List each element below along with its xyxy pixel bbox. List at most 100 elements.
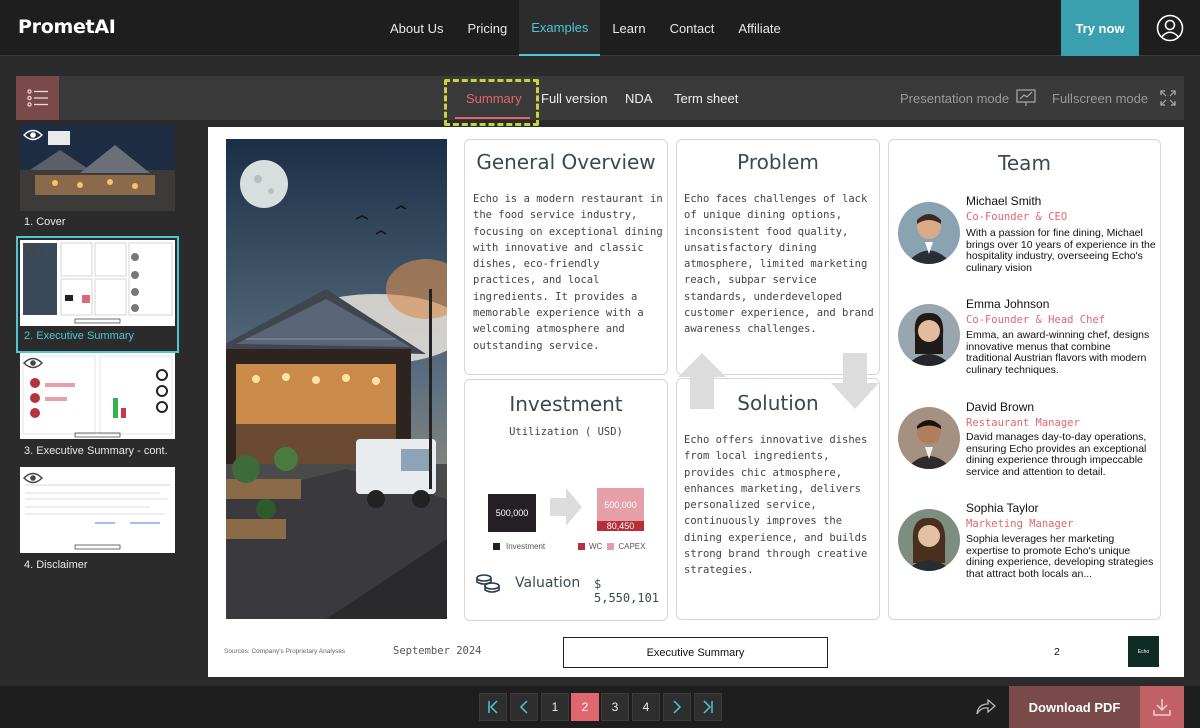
slide-thumbnail-executive-summary-cont[interactable]: [20, 353, 175, 439]
slide-label-executive-summary[interactable]: 2. Executive Summary: [24, 330, 134, 342]
eye-icon[interactable]: [23, 243, 43, 257]
investment-bar: 500,000: [488, 494, 536, 532]
avatar-sophia-taylor: [898, 509, 960, 571]
slides-menu-button[interactable]: [16, 76, 59, 120]
nav-contact[interactable]: Contact: [658, 0, 727, 56]
disclaimer-thumbnail-image: [25, 484, 170, 550]
eye-icon[interactable]: [23, 128, 43, 142]
member-role-michael-smith: Co-Founder & CEO: [966, 211, 1068, 223]
avatar-david-brown: [898, 407, 960, 469]
nav-examples[interactable]: Examples: [519, 0, 601, 56]
document-toolbar: Summary Full version NDA Term sheet Pres…: [16, 76, 1184, 120]
presentation-mode-label: Presentation mode: [900, 90, 1010, 106]
top-navigation: PrometAI About Us Pricing Examples Learn…: [0, 0, 1200, 56]
general-overview-title: General Overview: [476, 150, 656, 174]
try-now-button[interactable]: Try now: [1061, 0, 1139, 56]
share-icon[interactable]: [976, 699, 996, 715]
nav-about-us[interactable]: About Us: [378, 0, 455, 56]
up-arrow-icon: [678, 353, 726, 409]
slide-thumbnail-disclaimer[interactable]: [20, 467, 175, 553]
last-page-button[interactable]: [694, 693, 722, 721]
valuation-label: Valuation: [515, 575, 581, 591]
solution-card: Solution Echo offers innovative dishes f…: [676, 378, 880, 620]
member-role-emma-johnson: Co-Founder & Head Chef: [966, 314, 1106, 326]
executive-summary-cont-thumbnail-image: [22, 355, 173, 438]
avatar-emma-johnson: [898, 304, 960, 366]
wc-bar: 500,000: [597, 488, 644, 521]
page-button-2[interactable]: 2: [571, 693, 599, 721]
cover-thumbnail-image: [20, 125, 175, 211]
footer-sources: Sources: Company's Proprietary Analyses: [224, 648, 346, 655]
slide-label-disclaimer[interactable]: 4. Disclaimer: [24, 559, 88, 571]
presentation-icon: [1016, 89, 1036, 106]
restaurant-illustration: [226, 139, 447, 619]
problem-card: Problem Echo faces challenges of lack of…: [676, 139, 880, 375]
first-page-icon: [488, 700, 498, 714]
last-page-icon: [703, 700, 713, 714]
footer-date: September 2024: [393, 645, 482, 657]
member-bio-sophia-taylor: Sophia leverages her marketing expertise…: [966, 533, 1154, 580]
slide-thumbnail-cover[interactable]: [20, 125, 175, 211]
tab-nda[interactable]: NDA: [625, 76, 652, 120]
chevron-left-icon: [519, 700, 528, 714]
member-role-david-brown: Restaurant Manager: [966, 417, 1080, 429]
coins-icon: [476, 574, 500, 593]
fullscreen-mode-label: Fullscreen mode: [1052, 90, 1149, 106]
eye-icon[interactable]: [23, 471, 43, 485]
first-page-button[interactable]: [479, 693, 507, 721]
investment-subtitle: Utilization ( USD): [509, 426, 623, 438]
nav-pricing[interactable]: Pricing: [455, 0, 519, 56]
legend-capex-swatch: [607, 543, 615, 550]
capex-bar: 80,450: [597, 521, 644, 531]
solution-text: Echo offers innovative dishes from local…: [684, 434, 868, 577]
general-overview-card: General Overview Echo is a modern restau…: [464, 139, 668, 375]
footer-logo: Echo: [1128, 636, 1159, 667]
download-icon: [1153, 699, 1171, 716]
member-bio-michael-smith: With a passion for fine dining, Michael …: [966, 227, 1156, 274]
down-arrow-icon: [831, 353, 879, 409]
eye-icon[interactable]: [23, 356, 43, 370]
user-icon: [1156, 14, 1183, 42]
team-title: Team: [998, 151, 1051, 175]
page-button-4[interactable]: 4: [632, 693, 660, 721]
member-name-david-brown: David Brown: [966, 400, 1035, 414]
legend-investment-swatch: [493, 543, 500, 550]
investment-card: Investment Utilization ( USD) 500,000 50…: [464, 379, 668, 621]
right-arrow-icon: [550, 488, 582, 526]
user-account-button[interactable]: [1139, 0, 1200, 56]
page-button-1[interactable]: 1: [541, 693, 569, 721]
member-name-emma-johnson: Emma Johnson: [966, 297, 1050, 311]
member-bio-david-brown: David manages day-to-day operations, ens…: [966, 431, 1147, 478]
expand-icon: [1160, 90, 1176, 106]
download-pdf-button[interactable]: Download PDF: [1009, 686, 1140, 728]
slide-label-executive-summary-cont[interactable]: 3. Executive Summary - cont.: [24, 445, 168, 457]
chevron-right-icon: [673, 700, 682, 714]
member-name-michael-smith: Michael Smith: [966, 194, 1042, 208]
tab-full-version[interactable]: Full version: [541, 76, 607, 120]
valuation-value: $ 5,550,101: [594, 577, 660, 605]
next-page-button[interactable]: [663, 693, 691, 721]
nav-learn[interactable]: Learn: [600, 0, 657, 56]
list-icon: [26, 89, 48, 107]
fullscreen-mode-button[interactable]: Fullscreen mode: [1052, 76, 1176, 120]
footer-page-number: 2: [1054, 646, 1060, 658]
tab-term-sheet[interactable]: Term sheet: [674, 76, 738, 120]
footer-section-label: Executive Summary: [563, 637, 828, 668]
nav-affiliate[interactable]: Affiliate: [726, 0, 792, 56]
previous-page-button[interactable]: [510, 693, 538, 721]
app-logo[interactable]: PrometAI: [18, 16, 116, 38]
slide-label-cover[interactable]: 1. Cover: [24, 216, 66, 228]
member-bio-emma-johnson: Emma, an award-winning chef, designs inn…: [966, 329, 1150, 376]
nav-links: About Us Pricing Examples Learn Contact …: [378, 0, 793, 56]
legend-investment: Investment: [493, 542, 545, 551]
general-overview-text: Echo is a modern restaurant in the food …: [473, 193, 663, 352]
member-name-sophia-taylor: Sophia Taylor: [966, 501, 1039, 515]
avatar-michael-smith: [898, 202, 960, 264]
presentation-mode-button[interactable]: Presentation mode: [900, 76, 1036, 120]
problem-title: Problem: [737, 150, 819, 174]
page-button-3[interactable]: 3: [601, 693, 629, 721]
member-role-sophia-taylor: Marketing Manager: [966, 518, 1074, 530]
problem-text: Echo faces challenges of lack of unique …: [684, 193, 874, 336]
download-pdf-icon-button[interactable]: [1140, 686, 1184, 728]
team-card: Team Michael Smith Co-Founder & CEO With…: [888, 139, 1161, 620]
